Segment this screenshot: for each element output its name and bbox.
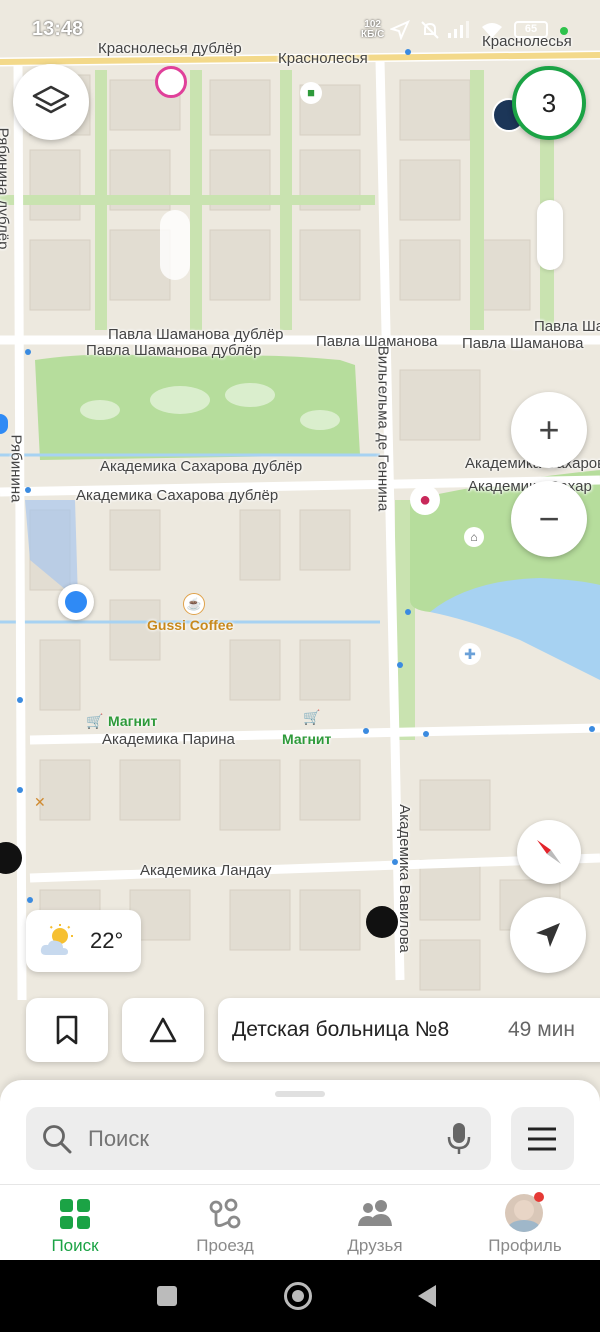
shop-icon[interactable]: ■ (300, 82, 322, 104)
friends-icon (358, 1200, 392, 1226)
minus-icon: − (538, 498, 560, 539)
zoom-out-button[interactable]: − (511, 481, 587, 557)
notification-dot-icon (534, 1192, 544, 1202)
tab-transit[interactable]: Проезд (150, 1190, 300, 1260)
battery-level: 65 (524, 23, 538, 35)
weather-temperature: 22° (90, 928, 124, 953)
recents-button[interactable] (157, 1286, 177, 1306)
street-label: Академика Вавилова (395, 804, 413, 953)
search-icon (43, 1125, 72, 1154)
zoom-in-button[interactable]: + (511, 392, 587, 468)
routes-button[interactable] (122, 998, 204, 1062)
tab-search[interactable]: Поиск (0, 1190, 150, 1260)
street-label: Академика Сахарова дублёр (100, 458, 303, 475)
signal-icon (448, 21, 469, 38)
back-button[interactable] (416, 1283, 438, 1309)
street-label: Академика Парина (102, 731, 235, 748)
street-label: Академика Ландау (140, 862, 272, 879)
bell-muted-icon (421, 21, 439, 39)
grid-icon (60, 1199, 90, 1229)
poi-label-magnit[interactable]: Магнит (282, 731, 331, 747)
street-label: Рябинина (7, 434, 25, 503)
layers-button[interactable] (13, 64, 89, 140)
tab-label: Проезд (196, 1236, 254, 1255)
net-speed-unit: КБ/С (361, 29, 385, 40)
mall-icon[interactable] (155, 66, 187, 98)
status-time: 13:48 (32, 18, 84, 40)
street-label: Павла Шаманова дублёр (108, 326, 284, 343)
partly-cloudy-icon (40, 924, 73, 955)
notifications-badge-button[interactable]: 3 (512, 66, 586, 140)
location-arrow-icon (390, 20, 410, 40)
street-label: Рябинина дублёр (0, 127, 12, 250)
net-speed: 102 КБ/С (361, 20, 384, 40)
street-label: Павла Шаманова (462, 335, 584, 352)
compass-icon (537, 840, 561, 864)
destination-eta: 49 мин (508, 1018, 575, 1041)
current-location-marker (58, 584, 94, 620)
status-dot-icon (560, 27, 568, 35)
search-bar[interactable] (26, 1107, 491, 1170)
restaurant-icon[interactable]: ✕ (34, 792, 54, 812)
berry-icon[interactable]: ● (410, 485, 440, 515)
tab-label: Профиль (488, 1236, 562, 1255)
triangle-route-icon (149, 1017, 177, 1043)
compass-button[interactable] (517, 820, 581, 884)
battery-indicator: 65 (514, 21, 548, 38)
bookmark-icon (56, 1015, 78, 1045)
my-location-button[interactable] (510, 897, 586, 973)
search-input[interactable] (86, 1119, 420, 1159)
home-button[interactable] (284, 1282, 312, 1310)
badge-count: 3 (541, 87, 557, 118)
wifi-icon (482, 23, 502, 38)
tab-label: Друзья (347, 1236, 403, 1255)
weather-widget[interactable]: 22° (26, 910, 141, 972)
street-label: Вильгельма де Геннина (374, 345, 392, 512)
menu-button[interactable] (511, 1107, 574, 1170)
destination-name: Детская больница №8 (232, 1018, 450, 1041)
tab-profile[interactable]: Профиль (450, 1190, 600, 1260)
bbq-icon[interactable] (366, 906, 398, 938)
church-icon[interactable]: ✚ (459, 643, 481, 665)
navigation-arrow-icon (536, 923, 560, 947)
hamburger-icon (528, 1127, 556, 1151)
zoom-slider-handle[interactable] (537, 200, 563, 270)
status-bar: 13:48 102 КБ/С 65 (0, 0, 600, 60)
street-label: Академика Сахарова дублёр (76, 487, 279, 504)
sheet-drag-handle[interactable] (275, 1091, 325, 1097)
cart-icon[interactable]: 🛒 (86, 712, 104, 730)
cart-icon[interactable]: 🛒 (303, 708, 321, 726)
street-label: Павла Шаманова дублёр (86, 342, 262, 359)
tab-friends[interactable]: Друзья (300, 1190, 450, 1260)
bookmarks-button[interactable] (26, 998, 108, 1062)
transit-icon (209, 1198, 241, 1229)
microphone-icon[interactable] (447, 1122, 471, 1156)
plus-icon: + (538, 409, 560, 450)
poi-label-gussi-coffee[interactable]: Gussi Coffee (147, 617, 233, 633)
coffee-icon[interactable]: ☕ (183, 593, 205, 615)
tab-label: Поиск (51, 1236, 99, 1255)
system-nav-bar (0, 1260, 600, 1332)
museum-icon[interactable]: ⌂ (464, 527, 484, 547)
route-destination-card[interactable]: Детская больница №8 49 мин (218, 998, 600, 1062)
street-label: Павла Шаманова (534, 318, 600, 335)
poi-label-magnit[interactable]: Магнит (108, 713, 157, 729)
scale-handle (160, 210, 190, 280)
sheet-divider (0, 1184, 600, 1185)
layers-icon (32, 85, 70, 114)
